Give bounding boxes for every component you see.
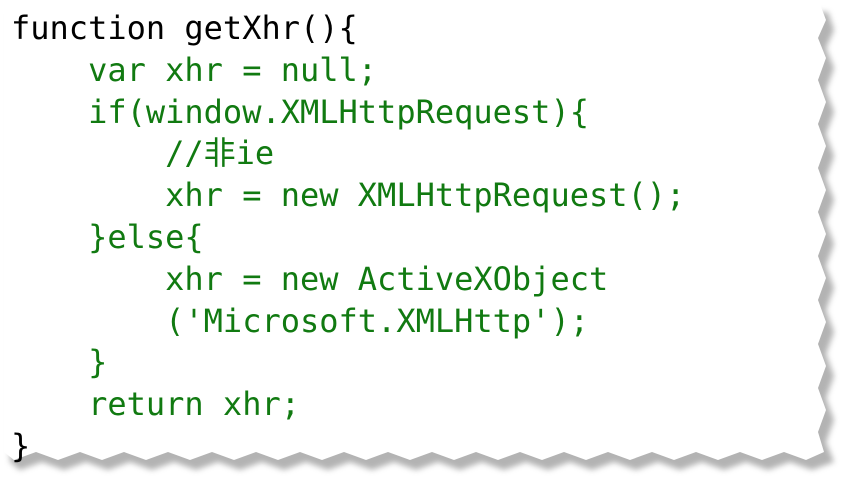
code-snippet-frame: function getXhr(){ var xhr = null; if(wi… bbox=[0, 0, 848, 486]
code-line-else: }else{ bbox=[11, 217, 204, 256]
code-block: function getXhr(){ var xhr = null; if(wi… bbox=[11, 8, 811, 468]
code-line-return: return xhr; bbox=[11, 385, 300, 424]
code-line-function-signature: function getXhr(){ bbox=[11, 9, 358, 47]
code-line-activexobject-argument: ('Microsoft.XMLHttp'); bbox=[11, 301, 589, 340]
code-line-activexobject-assignment: xhr = new ActiveXObject bbox=[11, 259, 609, 298]
code-line-close-function: } bbox=[11, 426, 31, 465]
code-line-xmlhttprequest-assignment: xhr = new XMLHttpRequest(); bbox=[11, 176, 686, 215]
code-line-var-declaration: var xhr = null; bbox=[11, 50, 378, 89]
code-line-if-condition: if(window.XMLHttpRequest){ bbox=[11, 92, 589, 131]
code-line-comment: //非ie bbox=[11, 134, 275, 173]
code-line-close-if: } bbox=[11, 343, 108, 382]
